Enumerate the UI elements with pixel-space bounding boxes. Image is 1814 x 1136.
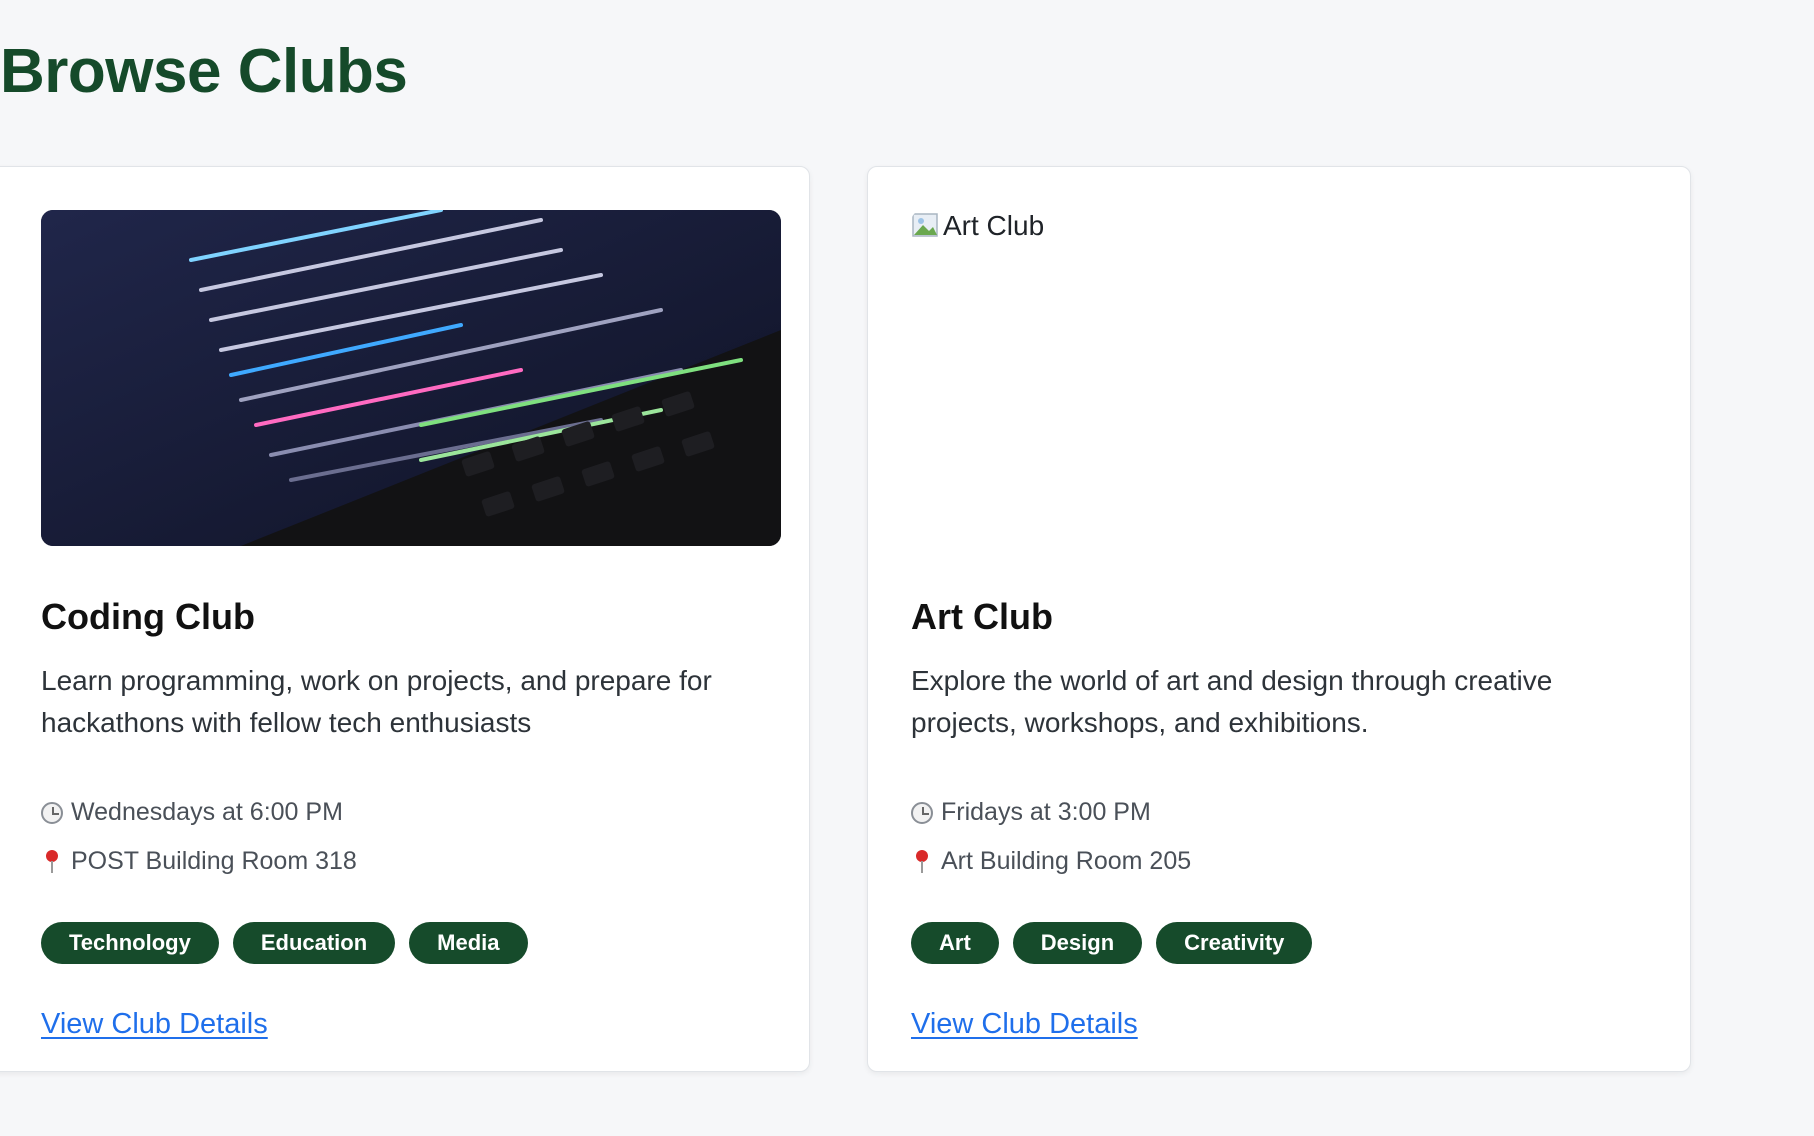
- view-club-details-link[interactable]: View Club Details: [911, 1008, 1138, 1041]
- club-description: Learn programming, work on projects, and…: [41, 665, 712, 738]
- tag-badge: Design: [1012, 922, 1143, 964]
- club-name: Art Club: [911, 596, 1053, 637]
- club-image-coding: [41, 210, 781, 546]
- tag-badge: Technology: [41, 922, 219, 964]
- tag-badge: Art: [911, 922, 999, 964]
- club-name: Coding Club: [41, 596, 255, 637]
- club-schedule: Wednesdays at 6:00 PM: [41, 788, 781, 837]
- club-meta: Fridays at 3:00 PM Art Building Room 205: [911, 788, 1651, 886]
- schedule-text: Wednesdays at 6:00 PM: [71, 798, 343, 826]
- browse-clubs-page: Browse Clubs Coding Club Learn programmi…: [0, 0, 1814, 1136]
- tag-list: Art Design Creativity: [911, 922, 1651, 964]
- tag-badge: Education: [232, 922, 396, 964]
- code-screen-photo: [41, 210, 781, 546]
- club-meta: Wednesdays at 6:00 PM POST Building Room…: [41, 788, 781, 886]
- club-image-art: Art Club: [911, 210, 1651, 546]
- tag-badge: Media: [409, 922, 528, 964]
- club-location: Art Building Room 205: [911, 837, 1651, 886]
- page-title: Browse Clubs: [0, 37, 408, 106]
- location-text: POST Building Room 318: [71, 847, 357, 875]
- club-card-coding: Coding Club Learn programming, work on p…: [0, 166, 810, 1072]
- clock-icon: [41, 801, 63, 824]
- location-text: Art Building Room 205: [941, 847, 1192, 875]
- clock-icon: [911, 801, 933, 824]
- tag-badge: Creativity: [1156, 922, 1313, 964]
- pushpin-icon: [41, 849, 63, 875]
- schedule-text: Fridays at 3:00 PM: [941, 798, 1151, 826]
- image-alt-text: Art Club: [943, 210, 1045, 241]
- club-location: POST Building Room 318: [41, 837, 781, 886]
- club-card-art: Art Club Art Club Explore the world of a…: [867, 166, 1691, 1072]
- club-schedule: Fridays at 3:00 PM: [911, 788, 1651, 837]
- pushpin-icon: [911, 849, 933, 875]
- broken-image-icon: [911, 211, 941, 241]
- club-description: Explore the world of art and design thro…: [911, 665, 1553, 738]
- view-club-details-link[interactable]: View Club Details: [41, 1008, 268, 1041]
- tag-list: Technology Education Media: [41, 922, 781, 964]
